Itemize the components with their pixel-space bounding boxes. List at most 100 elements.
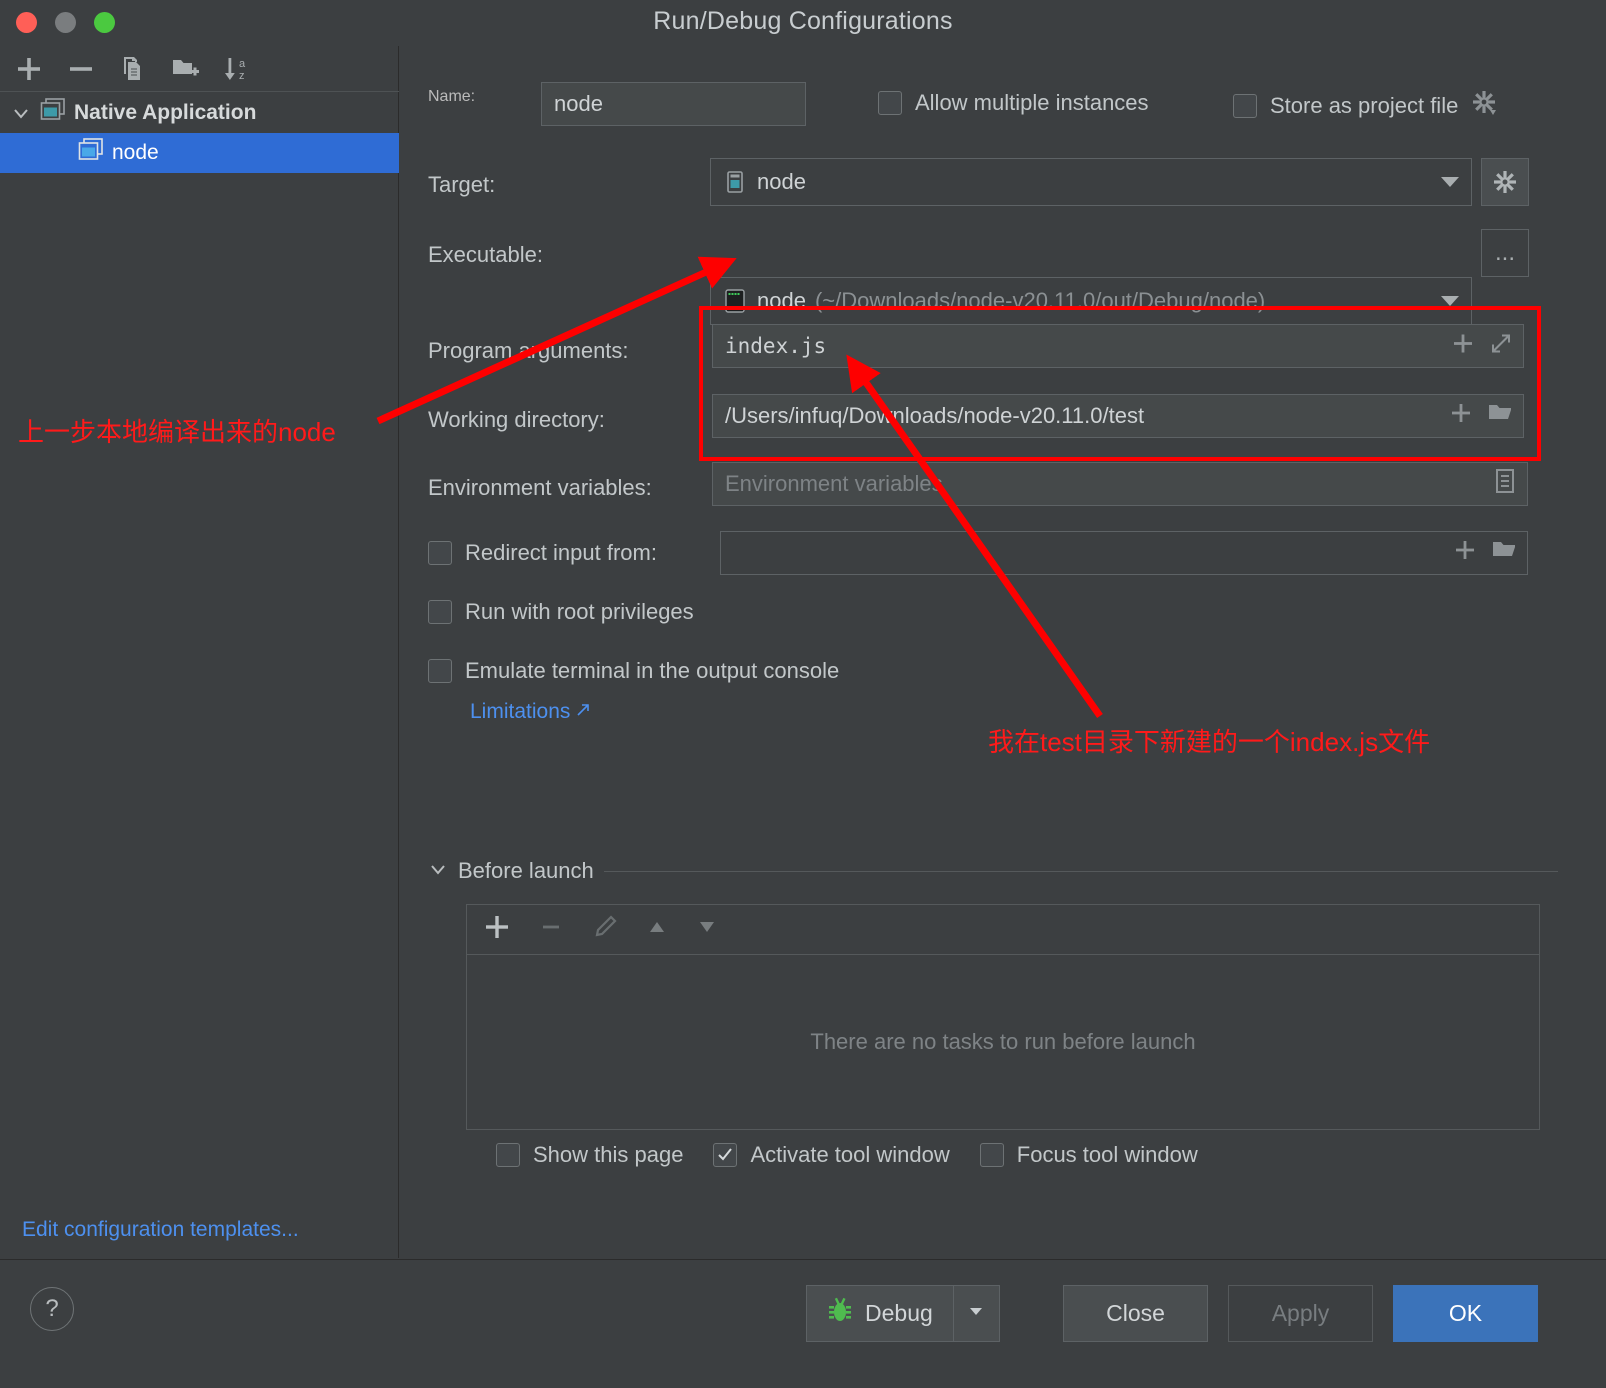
run-with-root-privileges-checkbox[interactable]: Run with root privileges (428, 599, 694, 625)
chevron-down-icon (967, 1302, 985, 1325)
gear-icon[interactable] (1471, 90, 1497, 122)
target-icon (723, 170, 747, 194)
checkbox-box[interactable] (1233, 94, 1257, 118)
svg-text:z: z (239, 70, 245, 82)
allow-multiple-instances-checkbox[interactable]: Allow multiple instances (878, 90, 1149, 116)
debug-dropdown-button[interactable] (953, 1285, 1000, 1342)
configuration-form: Name: node Allow multiple instances Stor… (400, 46, 1606, 1258)
new-folder-button[interactable] (168, 52, 202, 86)
redirect-input-from-checkbox[interactable]: Redirect input from: (428, 540, 657, 566)
ellipsis-icon: ... (1494, 239, 1515, 266)
checkbox-box[interactable] (496, 1143, 520, 1167)
limitations-link[interactable]: Limitations (470, 700, 591, 724)
before-launch-tasks-panel: There are no tasks to run before launch (466, 904, 1540, 1130)
close-button-footer[interactable]: Close (1063, 1285, 1208, 1342)
name-input-value: node (554, 91, 603, 116)
configuration-tree: Native Application node (0, 93, 399, 173)
help-icon: ? (45, 1295, 59, 1322)
move-task-down-button[interactable] (695, 915, 719, 944)
bug-icon (827, 1297, 853, 1331)
before-launch-toolbar (467, 905, 1539, 955)
tree-group-native-application[interactable]: Native Application (0, 93, 399, 133)
environment-variables-input[interactable]: Environment variables (712, 462, 1528, 506)
tree-item-node[interactable]: node (0, 133, 399, 173)
checkbox-box[interactable] (428, 541, 452, 565)
folder-icon[interactable] (1491, 538, 1517, 568)
name-label: Name: (428, 88, 476, 105)
target-label: Target: (428, 172, 496, 197)
working-directory-label: Working directory: (428, 407, 605, 432)
before-launch-title: Before launch (458, 858, 594, 883)
annotation-index-js-note: 我在test目录下新建的一个index.js文件 (988, 727, 1431, 757)
configurations-sidebar: az Native Application node Edit configur… (0, 46, 399, 1258)
checkbox-box[interactable] (428, 659, 452, 683)
focus-tool-window-label: Focus tool window (1016, 1142, 1198, 1167)
checkbox-box[interactable] (713, 1143, 738, 1167)
external-link-icon (576, 702, 591, 722)
redirect-input-from-input[interactable] (720, 531, 1528, 575)
debug-split-button[interactable]: Debug (806, 1285, 1000, 1342)
apply-button-label: Apply (1271, 1300, 1330, 1326)
tree-item-label: node (112, 141, 159, 164)
add-configuration-button[interactable] (12, 52, 46, 86)
environment-variables-placeholder: Environment variables (725, 471, 943, 496)
before-launch-divider (603, 870, 1558, 872)
apply-button[interactable]: Apply (1228, 1285, 1373, 1342)
plus-icon[interactable] (1453, 538, 1477, 568)
before-launch-empty-text: There are no tasks to run before launch (810, 1029, 1196, 1054)
store-as-project-file-checkbox[interactable]: Store as project file (1233, 90, 1497, 122)
sort-configurations-button[interactable]: az (220, 52, 254, 86)
ok-button[interactable]: OK (1393, 1285, 1538, 1342)
executable-browse-button[interactable]: ... (1481, 229, 1529, 277)
remove-task-button[interactable] (537, 913, 565, 946)
chevron-down-icon[interactable] (1441, 296, 1459, 306)
copy-configuration-button[interactable] (116, 52, 150, 86)
emulate-terminal-checkbox[interactable]: Emulate terminal in the output console (428, 658, 839, 684)
help-button[interactable]: ? (30, 1287, 74, 1331)
show-this-page-checkbox[interactable]: Show this page (496, 1142, 683, 1168)
debug-button[interactable]: Debug (806, 1285, 954, 1342)
native-app-icon (40, 98, 66, 128)
checkbox-box[interactable] (979, 1143, 1004, 1167)
target-value: node (757, 169, 806, 194)
target-combobox[interactable]: node (710, 158, 1472, 206)
chevron-down-icon[interactable] (428, 859, 448, 884)
chevron-down-icon[interactable] (1441, 177, 1459, 187)
redirect-input-from-label: Redirect input from: (465, 540, 657, 565)
run-with-root-privileges-label: Run with root privileges (465, 599, 694, 624)
ok-button-label: OK (1448, 1300, 1483, 1326)
name-input[interactable]: node (541, 82, 806, 126)
emulate-terminal-label: Emulate terminal in the output console (465, 658, 840, 683)
store-as-project-file-label: Store as project file (1270, 93, 1459, 118)
checkbox-box[interactable] (428, 600, 452, 624)
before-launch-header[interactable]: Before launch (428, 858, 1558, 884)
remove-configuration-button[interactable] (64, 52, 98, 86)
close-button-label: Close (1106, 1300, 1165, 1326)
environment-variables-label: Environment variables: (428, 475, 652, 500)
window-titlebar: Run/Debug Configurations (0, 0, 1606, 46)
checkbox-box[interactable] (878, 91, 902, 115)
native-app-icon (78, 138, 104, 168)
activate-tool-window-checkbox[interactable]: Activate tool window (713, 1142, 950, 1168)
target-settings-button[interactable] (1481, 158, 1529, 206)
chevron-down-icon[interactable] (10, 102, 32, 124)
gear-icon (1494, 171, 1516, 193)
edit-configuration-templates-link[interactable]: Edit configuration templates... (22, 1218, 299, 1242)
svg-text:a: a (239, 58, 246, 70)
annotation-executable-note: 上一步本地编译出来的node (18, 417, 336, 447)
focus-tool-window-checkbox[interactable]: Focus tool window (979, 1142, 1198, 1168)
before-launch-options: Show this page Activate tool window Focu… (496, 1142, 1198, 1168)
edit-task-button[interactable] (591, 913, 619, 946)
tree-group-label: Native Application (74, 101, 257, 124)
show-this-page-label: Show this page (533, 1142, 684, 1167)
window-title: Run/Debug Configurations (653, 7, 953, 35)
move-task-up-button[interactable] (645, 915, 669, 944)
executable-label: Executable: (428, 242, 543, 267)
add-task-button[interactable] (483, 913, 511, 946)
program-arguments-label: Program arguments: (428, 338, 629, 363)
debug-button-label: Debug (865, 1300, 933, 1326)
sidebar-toolbar: az (0, 46, 399, 92)
activate-tool-window-label: Activate tool window (750, 1142, 950, 1167)
list-edit-icon[interactable] (1493, 468, 1517, 500)
highlight-box-arguments (699, 306, 1541, 461)
